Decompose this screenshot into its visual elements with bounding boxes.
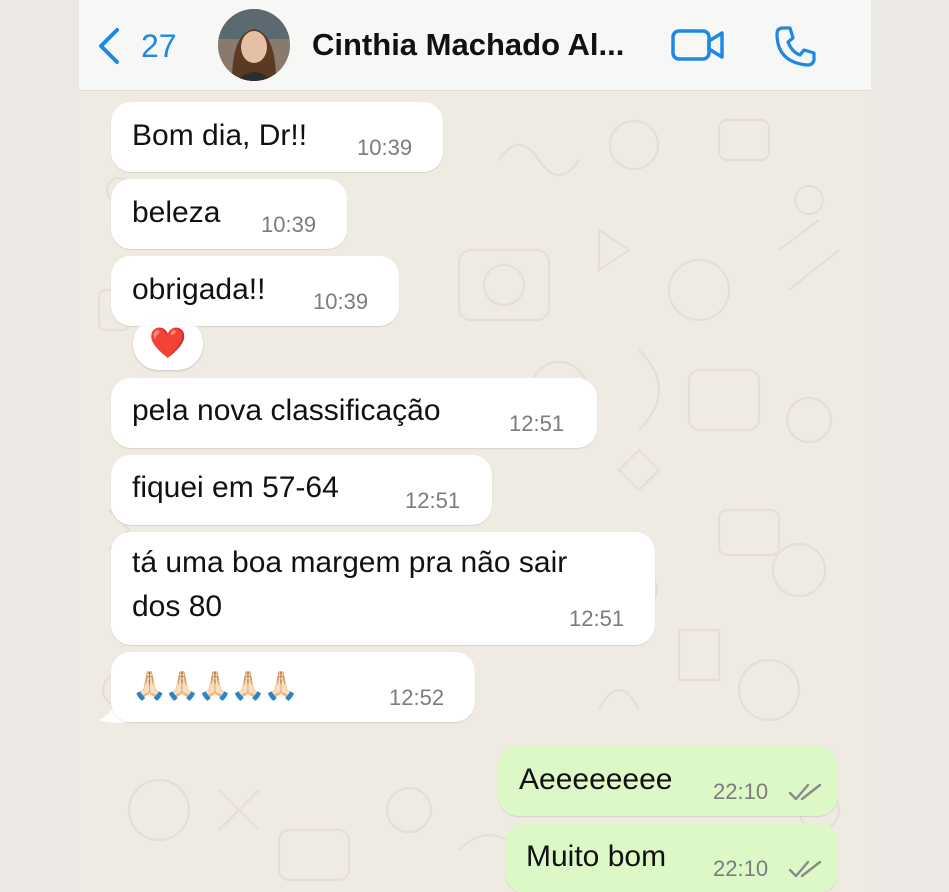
message-bubble-incoming[interactable]: pela nova classificação 12:51 <box>111 378 597 448</box>
message-time: 12:51 <box>509 411 565 436</box>
message-text: Aeeeeeeee <box>519 763 673 796</box>
message-time: 22:10 <box>713 779 769 804</box>
message-text: Bom dia, Dr!! <box>132 119 308 152</box>
double-check-icon <box>788 860 822 878</box>
phone-icon[interactable] <box>773 24 817 68</box>
chat-window: 27 Cinthia Machado Al... Bom dia, Dr!! 1… <box>79 0 871 892</box>
message-time: 12:52 <box>389 685 445 710</box>
message-bubble-incoming[interactable]: Bom dia, Dr!! 10:39 <box>111 102 443 172</box>
chevron-left-icon[interactable] <box>95 26 123 66</box>
message-bubble-incoming[interactable]: obrigada!! 10:39 <box>111 256 399 326</box>
heart-reaction[interactable]: ❤️ <box>133 318 203 370</box>
message-time: 10:39 <box>313 289 369 314</box>
double-check-icon <box>788 783 822 801</box>
message-text: fiquei em 57-64 <box>132 471 339 504</box>
message-bubble-outgoing[interactable]: Muito bom 22:10 <box>505 823 838 892</box>
chat-header: 27 Cinthia Machado Al... <box>79 0 871 91</box>
message-bubble-incoming[interactable]: 🙏🏻🙏🏻🙏🏻🙏🏻🙏🏻 12:52 <box>111 652 475 722</box>
message-text: beleza <box>132 196 221 229</box>
message-text: Muito bom <box>526 840 667 873</box>
message-bubble-incoming[interactable]: tá uma boa margem pra não sair dos 80 12… <box>111 532 655 645</box>
message-time: 10:39 <box>357 135 413 160</box>
message-bubble-outgoing[interactable]: Aeeeeeeee 22:10 <box>498 746 838 816</box>
message-text: 🙏🏻🙏🏻🙏🏻🙏🏻🙏🏻 <box>132 670 298 701</box>
message-time: 12:51 <box>569 606 625 631</box>
message-text: pela nova classificação <box>132 394 441 427</box>
message-time: 12:51 <box>405 488 461 513</box>
message-time: 10:39 <box>261 212 317 237</box>
message-text: obrigada!! <box>132 273 266 306</box>
message-bubble-incoming[interactable]: beleza 10:39 <box>111 179 347 249</box>
contact-name[interactable]: Cinthia Machado Al... <box>312 27 624 63</box>
video-camera-icon[interactable] <box>671 27 725 63</box>
message-time: 22:10 <box>713 856 769 881</box>
avatar[interactable] <box>218 9 290 81</box>
message-text-line-1: tá uma boa margem pra não sair <box>132 546 568 579</box>
message-text-line-2: dos 80 <box>132 590 223 623</box>
unread-count[interactable]: 27 <box>141 28 177 65</box>
message-bubble-incoming[interactable]: fiquei em 57-64 12:51 <box>111 455 492 525</box>
